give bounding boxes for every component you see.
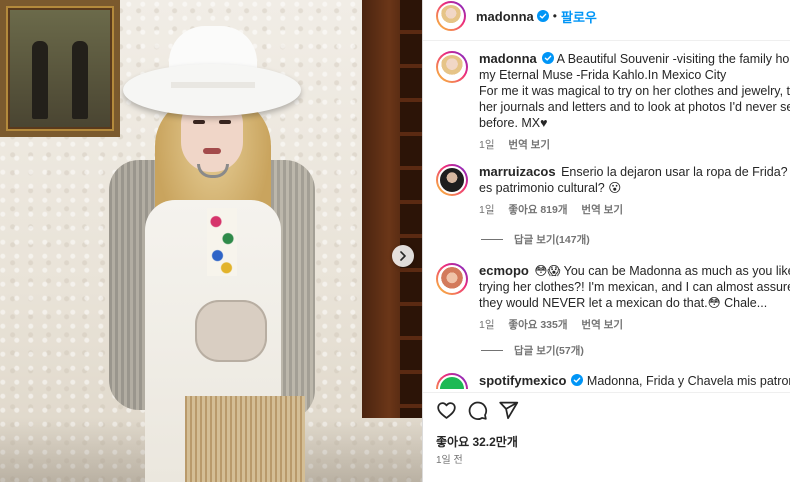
author-username[interactable]: madonna: [476, 9, 534, 24]
comment-item: marruizacos Enserio la dejaron usar la r…: [436, 164, 790, 217]
photo-subject: [95, 0, 335, 482]
comment-item: spotifymexico Madonna, Frida y Chavela m…: [436, 373, 790, 389]
verified-badge-icon: [541, 52, 554, 64]
comment-likes[interactable]: 좋아요 335개: [508, 319, 567, 331]
comment-item: ecmopo 😳😱 You can be Madonna as much as …: [436, 263, 790, 332]
comment-text: trying her clothes?! I'm mexican, and I …: [479, 280, 790, 294]
comment-text: es patrimonio cultural? 😮: [479, 181, 622, 195]
comment-username[interactable]: spotifymexico: [479, 373, 566, 388]
comment-time[interactable]: 1일: [479, 319, 495, 331]
caption-translate-button[interactable]: 번역 보기: [508, 139, 550, 151]
commenter-avatar[interactable]: [436, 373, 468, 389]
comment-text: Madonna, Frida y Chavela mis patronas: [586, 374, 790, 388]
view-replies-label: 답글 보기(147개): [514, 234, 590, 246]
commenter-avatar[interactable]: [436, 164, 468, 196]
caption-username[interactable]: madonna: [479, 51, 537, 66]
view-replies-button[interactable]: 답글 보기(147개): [481, 232, 590, 247]
comment-icon[interactable]: [467, 400, 488, 421]
caption-line: my Eternal Muse -Frida Kahlo.In Mexico C…: [479, 68, 727, 82]
view-replies-label: 답글 보기(57개): [514, 345, 584, 357]
comment-translate-button[interactable]: 번역 보기: [581, 204, 623, 216]
header-separator: •: [552, 9, 557, 23]
comments-scroll-area[interactable]: madonna A Beautiful Souvenir -visiting t…: [423, 41, 790, 389]
post-header: madonna • 팔로우: [423, 0, 790, 32]
comment-username[interactable]: marruizacos: [479, 164, 556, 179]
share-icon[interactable]: [498, 400, 519, 421]
commenter-avatar[interactable]: [436, 263, 468, 295]
post-likes-count[interactable]: 좋아요 32.2만개: [436, 433, 518, 450]
comment-text: Enserio la dejaron usar la ropa de Frida…: [561, 165, 790, 179]
comment-username[interactable]: ecmopo: [479, 263, 529, 278]
comment-likes[interactable]: 좋아요 819개: [508, 204, 567, 216]
post-date[interactable]: 1일 전: [436, 451, 463, 466]
post-photo[interactable]: [0, 0, 422, 482]
follow-button[interactable]: 팔로우: [561, 7, 597, 26]
comment-translate-button[interactable]: 번역 보기: [581, 319, 623, 331]
comment-time[interactable]: 1일: [479, 204, 495, 216]
caption: madonna A Beautiful Souvenir -visiting t…: [436, 51, 790, 152]
next-arrow-icon: [400, 251, 406, 261]
author-avatar[interactable]: [436, 1, 466, 31]
caption-line: A Beautiful Souvenir -visiting the famil…: [556, 52, 790, 66]
post-actions: 좋아요 32.2만개 1일 전: [423, 392, 790, 482]
heart-icon[interactable]: [436, 400, 457, 421]
next-photo-button[interactable]: [392, 245, 414, 267]
caption-line: before. MX♥: [479, 116, 548, 130]
verified-badge-icon: [571, 374, 584, 386]
caption-time[interactable]: 1일: [479, 139, 495, 151]
caption-line: For me it was magical to try on her clot…: [479, 84, 790, 98]
caption-avatar[interactable]: [436, 51, 468, 83]
post-side-panel: madonna • 팔로우 madonna A Beautiful Souven…: [422, 0, 790, 482]
comment-text: they would NEVER let a mexican do that.😳…: [479, 296, 768, 310]
comment-text: 😳😱 You can be Madonna as much as you lik…: [534, 264, 790, 278]
photo-bookshelf: [400, 0, 422, 418]
caption-line: her journals and letters and to look at …: [479, 100, 790, 114]
view-replies-button[interactable]: 답글 보기(57개): [481, 343, 584, 358]
verified-badge-icon: [536, 10, 549, 22]
